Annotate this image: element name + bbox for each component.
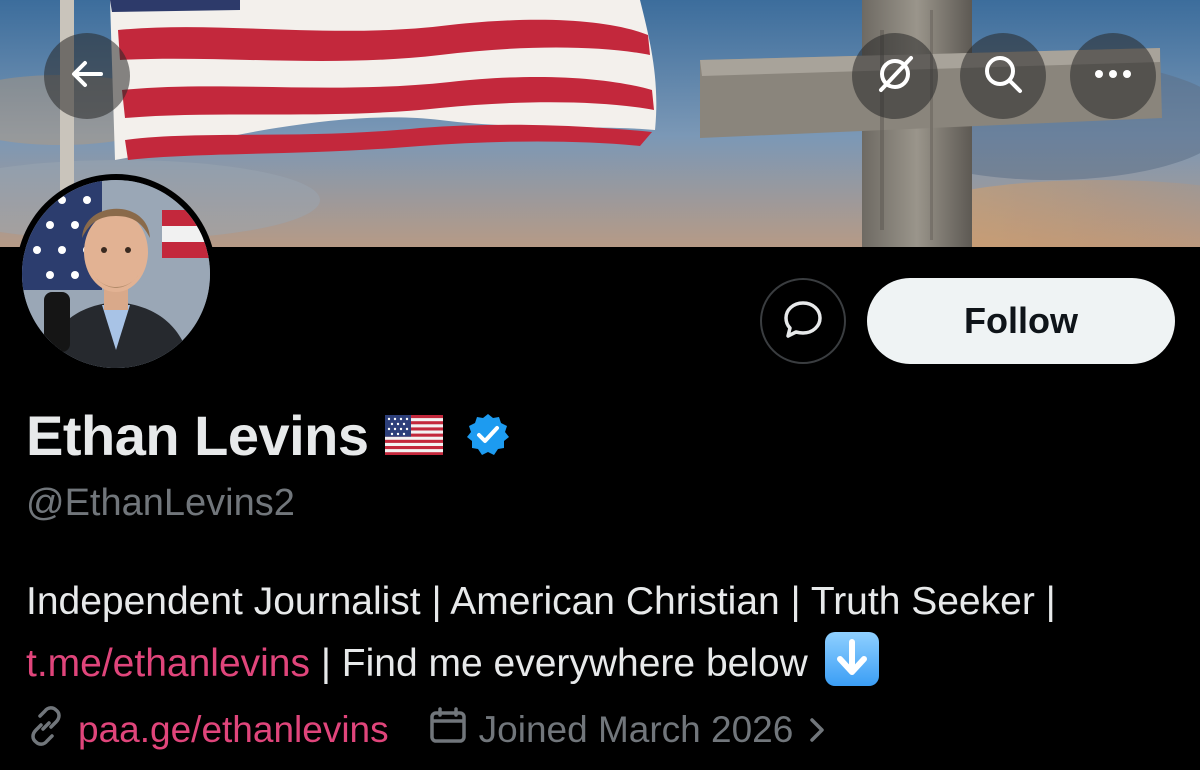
message-button[interactable] [760,278,846,364]
more-horizontal-icon [1093,67,1133,85]
follow-button[interactable]: Follow [867,278,1175,364]
grok-button[interactable] [852,33,938,119]
more-button[interactable] [1070,33,1156,119]
follow-button-label: Follow [964,300,1078,341]
search-button[interactable] [960,33,1046,119]
profile-avatar[interactable] [16,174,216,374]
down-arrow-icon [824,632,879,686]
joined-text: Joined March 2026 [478,709,794,750]
arrow-left-icon [67,54,107,99]
profile-bio: Independent Journalist | American Christ… [26,572,1186,694]
bio-link[interactable]: t.me/ethanlevins [26,642,310,685]
avatar-image [22,180,210,368]
back-button[interactable] [44,33,130,119]
profile-meta-row: paa.ge/ethanlevins Joined March 2026 [26,700,827,760]
bio-text-2: | Find me everywhere below [310,642,819,685]
website-link[interactable]: paa.ge/ethanlevins [26,705,389,755]
verified-badge-icon[interactable] [465,412,511,458]
profile-name-row: Ethan Levins [26,400,511,470]
calendar-icon [429,706,467,754]
link-icon [26,705,66,755]
search-icon [981,52,1025,101]
message-bubble-icon [781,297,825,346]
grok-icon [873,52,917,101]
display-name: Ethan Levins [26,403,369,467]
joined-date[interactable]: Joined March 2026 [429,706,828,754]
chevron-right-icon [807,716,827,744]
website-text: paa.ge/ethanlevins [78,709,389,750]
us-flag-icon [384,415,443,455]
profile-handle: @EthanLevins2 [26,482,295,524]
bio-text-1: Independent Journalist | American Christ… [26,580,1056,623]
